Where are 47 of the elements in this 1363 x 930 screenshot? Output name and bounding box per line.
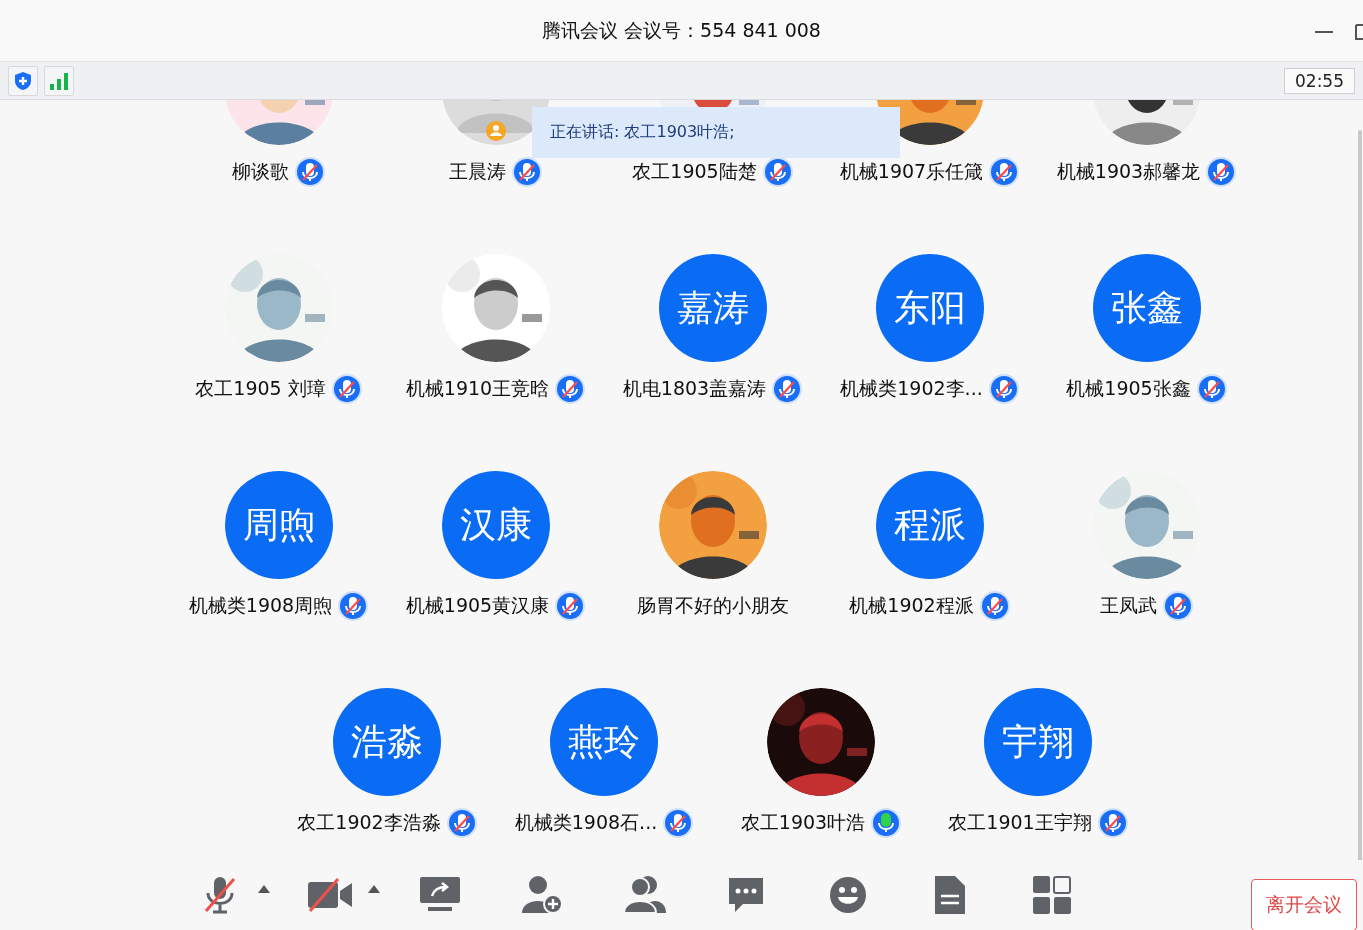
participant-name: 农工1905 刘璋 — [195, 376, 326, 401]
participant-name: 机械类1902李... — [840, 376, 983, 401]
scroll-bar[interactable] — [1358, 130, 1362, 860]
participant-name: 机械1902程派 — [849, 593, 974, 618]
participant-name: 机电1803盖嘉涛 — [622, 376, 767, 401]
participant-name: 机械1903郝馨龙 — [1056, 159, 1201, 184]
participant-name: 机械1910王竞晗 — [405, 376, 550, 401]
speaking-tooltip: 正在讲话: 农工1903叶浩; — [532, 107, 900, 158]
participant-name: 机械类1908石... — [514, 810, 658, 835]
participant-name: 肠胃不好的小朋友 — [636, 593, 789, 618]
participant-name: 柳谈歌 — [232, 159, 289, 184]
shield-icon — [14, 70, 32, 91]
screen-share-icon — [420, 877, 460, 913]
initials-avatar: 东阳 — [875, 254, 984, 362]
people-icon — [622, 875, 666, 915]
initials-avatar: 张鑫 — [1092, 254, 1201, 362]
initials-avatar: 汉康 — [441, 471, 550, 579]
signal-icon — [49, 70, 69, 91]
participant-name: 机械1905黄汉康 — [405, 593, 550, 618]
participant-name: 机械1907乐任箴 — [839, 159, 984, 184]
initials-avatar: 宇翔 — [984, 688, 1092, 796]
security-button[interactable] — [8, 65, 38, 96]
grid-icon — [1033, 876, 1071, 914]
participant-name: 农工1901王宇翔 — [948, 810, 1092, 835]
participant-name: 机械类1908周煦 — [188, 593, 333, 618]
initials-avatar: 嘉涛 — [658, 254, 767, 362]
meeting-timer: 02:55 — [1284, 67, 1355, 94]
initials-avatar: 燕玲 — [550, 688, 658, 796]
participant-name: 农工1903叶浩 — [740, 810, 866, 835]
smiley-icon — [829, 876, 867, 914]
participant-name: 王晨涛 — [449, 159, 506, 184]
chat-icon — [727, 876, 765, 914]
participant-name: 农工1902李浩淼 — [297, 810, 441, 835]
caret-icon[interactable] — [368, 885, 380, 893]
add-person-icon — [520, 875, 564, 915]
initials-avatar: 浩淼 — [333, 688, 441, 796]
document-icon — [935, 876, 965, 914]
participant-name: 农工1905陆楚 — [632, 159, 757, 184]
initials-avatar: 周煦 — [224, 471, 333, 579]
participant-name: 王凤武 — [1100, 593, 1157, 618]
minimize-icon[interactable] — [1315, 30, 1333, 34]
participant-name: 机械1905张鑫 — [1066, 376, 1191, 401]
window-title: 腾讯会议 会议号：554 841 008 — [542, 17, 821, 43]
initials-avatar: 程派 — [875, 471, 984, 579]
maximize-icon[interactable] — [1355, 24, 1363, 40]
caret-icon[interactable] — [258, 885, 270, 893]
leave-meeting-button[interactable]: 离开会议 — [1251, 879, 1357, 930]
